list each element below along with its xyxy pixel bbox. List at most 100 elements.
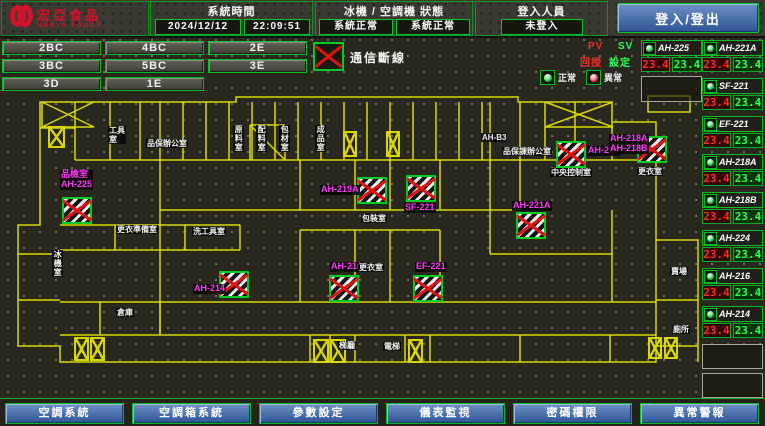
unit-status-row[interactable]: AH-218A xyxy=(702,154,763,170)
status-lamp-icon xyxy=(645,44,654,53)
stair-icon xyxy=(648,337,662,359)
normal-legend: 正常 xyxy=(540,70,576,85)
room-label: 配料室 xyxy=(256,125,267,152)
status-lamp-icon xyxy=(706,272,715,281)
scada-screen: 宏亞食品 HUNYA FOODS 系統時間 2024/12/12 22:09:5… xyxy=(0,0,765,426)
floor-button-4bc[interactable]: 4BC xyxy=(105,41,204,55)
menu-button-3[interactable]: 參數設定 xyxy=(259,403,378,424)
unit-status-row[interactable]: AH-225 xyxy=(641,40,702,56)
unit-status-row[interactable]: AH-221A xyxy=(702,40,763,56)
floor-button-3e[interactable]: 3E xyxy=(208,59,307,73)
comm-fail-unit-icon[interactable] xyxy=(413,275,443,302)
floor-button-3bc[interactable]: 3BC xyxy=(2,59,101,73)
unit-name: AH-221A xyxy=(719,43,757,53)
room-label: 更衣室 xyxy=(358,263,384,272)
floor-button-5bc[interactable]: 5BC xyxy=(105,59,204,73)
comm-fail-unit-icon[interactable] xyxy=(62,197,92,224)
room-label: 冰機室 xyxy=(52,250,63,277)
unit-status-row[interactable]: AH-218B xyxy=(702,192,763,208)
pv-value: 23.4 xyxy=(702,95,731,110)
empty-slot xyxy=(702,373,763,398)
empty-slot xyxy=(641,76,702,102)
room-label: 賣場 xyxy=(670,267,688,276)
unit-name: AH-214 xyxy=(719,309,750,319)
comm-fail-unit-icon[interactable] xyxy=(357,177,387,204)
room-label: 更衣準備室 xyxy=(116,225,158,234)
pv-value: 23.4 xyxy=(702,171,731,186)
login-label: 登入人員 xyxy=(476,3,607,19)
status-lamp-icon xyxy=(706,44,715,53)
unit-status-row[interactable]: AH-214 xyxy=(702,306,763,322)
abnormal-legend: 異常 xyxy=(586,70,622,85)
logo: 宏亞食品 HUNYA FOODS xyxy=(1,1,149,36)
feedback-legend-label: 回授 xyxy=(580,54,602,69)
pv-value: 23.4 xyxy=(702,133,731,148)
room-label: 更衣室 xyxy=(637,167,663,176)
status-lamp-box xyxy=(704,308,717,321)
logo-text: 宏亞食品 HUNYA FOODS xyxy=(37,9,103,29)
menu-button-2[interactable]: 空調箱系統 xyxy=(132,403,251,424)
unit-name: AH-224 xyxy=(719,233,750,243)
sv-value: 23.4 xyxy=(733,171,763,186)
sv-value: 23.4 xyxy=(733,133,763,148)
status-lamp-box xyxy=(704,156,717,169)
login-logout-button[interactable]: 登入/登出 xyxy=(617,3,759,33)
status-lamp-icon xyxy=(706,310,715,319)
normal-lamp-icon xyxy=(543,73,553,83)
unit-name: AH-225 xyxy=(658,43,689,53)
room-label: 包材室 xyxy=(279,125,290,152)
floor-button-1e[interactable]: 1E xyxy=(105,77,204,91)
status-lamp-icon xyxy=(706,234,715,243)
top-bar: 宏亞食品 HUNYA FOODS 系統時間 2024/12/12 22:09:5… xyxy=(0,0,765,38)
sv-value: 23.4 xyxy=(672,57,702,72)
system-date-value: 2024/12/12 xyxy=(155,19,241,35)
unit-name: AH-218B xyxy=(719,195,757,205)
floor-button-2e[interactable]: 2E xyxy=(208,41,307,55)
unit-status-row[interactable]: EF-221 xyxy=(702,116,763,132)
unit-tag: AH-218A AH-218B xyxy=(609,134,649,154)
setpoint-legend-label: 設定 xyxy=(609,54,631,69)
logo-title: 宏亞食品 xyxy=(37,9,103,23)
comm-fail-unit-icon[interactable] xyxy=(329,275,359,302)
pv-value: 23.4 xyxy=(702,57,731,72)
unit-status-row[interactable]: SF-221 xyxy=(702,78,763,94)
logo-subtitle: HUNYA FOODS xyxy=(37,23,103,29)
chiller-status-value: 系統正常 xyxy=(319,19,393,35)
status-lamp-box xyxy=(704,270,717,283)
bottom-menu-bar: 空調系統空調箱系統參數設定儀表監視密碼權限異常警報 xyxy=(0,398,765,426)
room-label: 包裝室 xyxy=(361,214,387,223)
room-label: 品保辦公室 xyxy=(146,139,188,148)
floor-button-3d[interactable]: 3D xyxy=(2,77,101,91)
stair-icon xyxy=(408,339,423,363)
pv-legend-label: PV xyxy=(588,41,603,52)
menu-button-1[interactable]: 空調系統 xyxy=(5,403,124,424)
status-lamp-icon xyxy=(706,196,715,205)
status-lamp-box xyxy=(704,232,717,245)
stair-icon xyxy=(664,337,678,359)
floor-button-2bc[interactable]: 2BC xyxy=(2,41,101,55)
menu-button-6[interactable]: 異常警報 xyxy=(640,403,759,424)
login-section: 登入人員 未登入 xyxy=(475,1,608,36)
comm-fail-unit-icon[interactable] xyxy=(406,175,436,202)
stair-icon xyxy=(386,131,400,157)
unit-status-row[interactable]: AH-224 xyxy=(702,230,763,246)
sv-legend-label: SV xyxy=(618,41,633,52)
pv-value: 23.4 xyxy=(702,209,731,224)
menu-button-4[interactable]: 儀表監視 xyxy=(386,403,505,424)
abnormal-lamp-icon xyxy=(589,73,599,83)
sv-value: 23.4 xyxy=(733,285,763,300)
room-label: 梯廳 xyxy=(338,341,356,350)
comm-fail-legend-label: 通信斷線 xyxy=(350,49,406,66)
sv-value: 23.4 xyxy=(733,323,763,338)
comm-fail-unit-icon[interactable] xyxy=(516,212,546,239)
login-button-wrap: 登入/登出 xyxy=(610,1,764,36)
room-label: 倉庫 xyxy=(116,308,134,317)
unit-status-row[interactable]: AH-216 xyxy=(702,268,763,284)
comm-fail-unit-icon[interactable] xyxy=(556,141,586,168)
status-lamp-box xyxy=(704,194,717,207)
status-lamp-icon xyxy=(706,120,715,129)
room-label: 電梯 xyxy=(383,342,401,351)
abnormal-legend-label: 異常 xyxy=(604,71,622,84)
unit-tag: AH-214 xyxy=(193,284,226,294)
menu-button-5[interactable]: 密碼權限 xyxy=(513,403,632,424)
